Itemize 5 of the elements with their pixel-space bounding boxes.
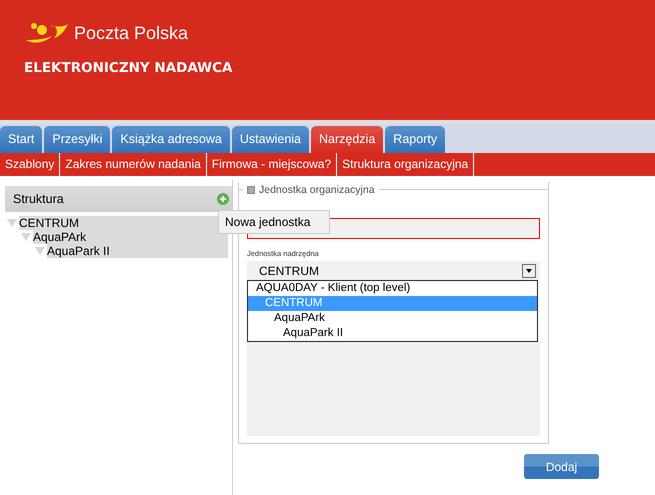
section-legend: Jednostka organizacyjna <box>259 184 375 196</box>
app-title: ELEKTRONICZNY NADAWCA <box>24 60 234 76</box>
brand-name: Poczta Polska <box>74 22 188 44</box>
tooltip: Nowa jednostka <box>218 210 330 234</box>
sidebar-title: Struktura <box>13 192 64 206</box>
